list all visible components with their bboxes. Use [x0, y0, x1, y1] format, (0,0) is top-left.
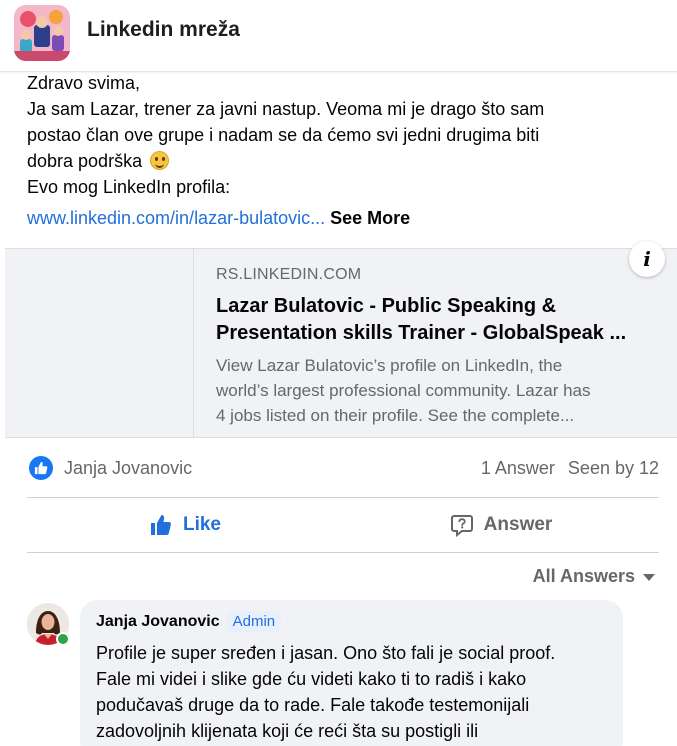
comment-line: Fale mi videi i slike gde ću videti kako…	[96, 669, 527, 689]
post-line: Zdravo svima,	[27, 73, 141, 93]
online-status-indicator	[56, 632, 70, 646]
link-preview-desc-line: View Lazar Bulatovic’s profile on Linked…	[216, 356, 563, 375]
all-answers-dropdown[interactable]: All Answers	[533, 566, 655, 587]
caret-down-icon	[643, 574, 655, 581]
post-link-line: www.linkedin.com/in/lazar-bulatovic... S…	[27, 208, 410, 229]
link-preview-desc-line: world’s largest professional community. …	[216, 381, 591, 400]
post-line-text: dobra podrška	[27, 151, 143, 171]
see-more-button[interactable]: See More	[330, 208, 410, 228]
like-button[interactable]: Like	[27, 498, 343, 552]
divider	[27, 552, 659, 553]
admin-badge: Admin	[226, 611, 282, 632]
post-line: Ja sam Lazar, trener za javni nastup. Ve…	[27, 99, 545, 119]
answers-count[interactable]: 1 Answer	[481, 458, 555, 478]
comment-header: Janja Jovanovic Admin	[96, 611, 607, 632]
post-line: postao član ove grupe i nadam se da ćemo…	[27, 125, 540, 145]
seen-by-count[interactable]: Seen by 12	[568, 458, 659, 478]
link-preview-thumbnail[interactable]	[5, 249, 194, 437]
answer-label: Answer	[483, 514, 553, 535]
comment-text: Profile je super sređen i jasan. Ono što…	[96, 640, 607, 744]
link-preview-description: View Lazar Bulatovic’s profile on Linked…	[216, 353, 666, 428]
post-actions: Like Answer	[27, 498, 659, 552]
link-preview-title[interactable]: Lazar Bulatovic - Public Speaking & Pres…	[216, 293, 666, 347]
reactor-name[interactable]: Janja Jovanovic	[64, 458, 192, 479]
thumbs-up-icon	[34, 461, 48, 475]
question-bubble-icon	[450, 515, 473, 537]
link-preview-domain: RS.LINKEDIN.COM	[216, 266, 362, 283]
link-preview-card[interactable]: RS.LINKEDIN.COM Lazar Bulatovic - Public…	[5, 241, 677, 438]
comment-author[interactable]: Janja Jovanovic	[96, 613, 220, 631]
info-icon[interactable]: i	[629, 241, 665, 277]
all-answers-label: All Answers	[532, 566, 635, 586]
profile-link[interactable]: www.linkedin.com/in/lazar-bulatovic...	[27, 208, 325, 228]
comment-line: zadovoljnih klijenata koji će reći šta s…	[96, 721, 479, 741]
post-line: Evo mog LinkedIn profila:	[27, 177, 231, 197]
link-preview-text[interactable]: RS.LINKEDIN.COM Lazar Bulatovic - Public…	[216, 266, 666, 428]
group-title[interactable]: Linkedin mreža	[87, 18, 240, 42]
group-logo[interactable]	[14, 5, 70, 61]
comment-line: Profile je super sređen i jasan. Ono što…	[96, 643, 556, 663]
answer-button[interactable]: Answer	[343, 498, 659, 552]
post-counts: 1 Answer Seen by 12	[481, 458, 659, 479]
thumbs-up-icon	[150, 515, 171, 535]
link-preview-title-line: Presentation skills Trainer - GlobalSpea…	[216, 322, 627, 344]
link-preview-title-line: Lazar Bulatovic - Public Speaking &	[216, 295, 557, 317]
comment-bubble: Janja Jovanovic Admin Profile je super s…	[80, 600, 623, 746]
link-preview-desc-line: 4 jobs listed on their profile. See the …	[216, 406, 575, 425]
post-line: dobra podrška	[27, 148, 657, 174]
like-reaction-icon[interactable]	[29, 456, 53, 480]
reactions-stats: Janja Jovanovic 1 Answer Seen by 12	[29, 456, 659, 482]
group-header: Linkedin mreža	[0, 0, 677, 72]
like-label: Like	[182, 514, 222, 535]
smile-emoji-icon	[150, 151, 170, 170]
post-text: Zdravo svima, Ja sam Lazar, trener za ja…	[27, 70, 657, 200]
comment-line: podučavaš druge da to rade. Fale takođe …	[96, 695, 530, 715]
